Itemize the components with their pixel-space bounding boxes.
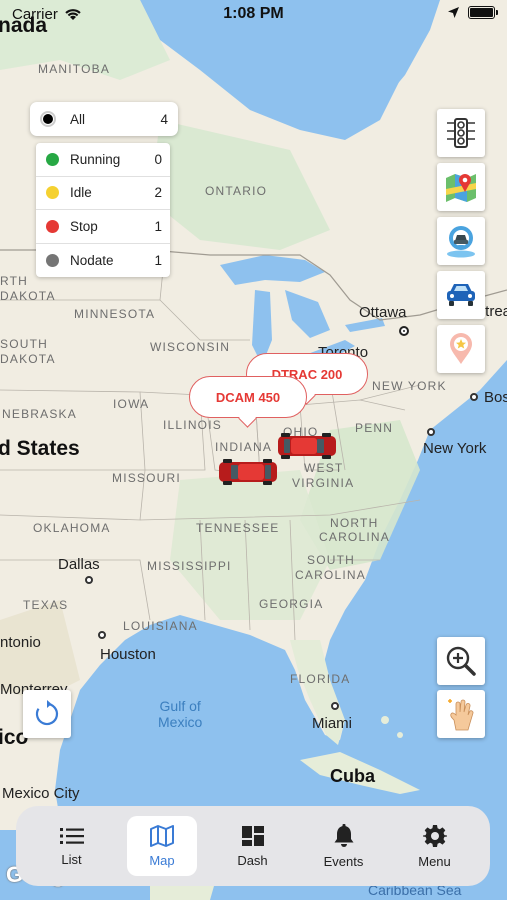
poi-button[interactable] (437, 325, 485, 373)
tab-label: Menu (418, 853, 451, 869)
bell-icon (334, 823, 353, 847)
location-star-pin-icon (450, 333, 472, 364)
status-dot-stop (46, 219, 59, 233)
tab-menu[interactable]: Menu (389, 816, 480, 876)
filter-count: 4 (160, 111, 168, 127)
label-boston: Bos (484, 389, 507, 406)
focus-vehicle-button[interactable] (437, 217, 485, 265)
label-miami: Miami (312, 715, 352, 732)
dashboard-icon (241, 825, 264, 846)
filter-nodate[interactable]: Nodate 1 (36, 244, 170, 278)
tab-label: List (61, 851, 82, 867)
label-west-virginia-1: WEST (304, 461, 344, 475)
refresh-icon (35, 700, 59, 726)
label-minnesota: MINNESOTA (74, 307, 156, 321)
tab-label: Dash (237, 852, 268, 868)
filter-all[interactable]: All 4 (30, 102, 178, 136)
label-indiana: INDIANA (215, 440, 273, 454)
tab-dash[interactable]: Dash (207, 816, 298, 876)
vehicle-label-dcam-450[interactable]: DCAM 450 (189, 376, 307, 418)
label-south-carolina-1: SOUTH (307, 553, 355, 567)
gear-icon (422, 824, 447, 847)
label-south-dakota-2: DAKOTA (0, 352, 56, 366)
label-south-dakota-1: SOUTH (0, 337, 48, 351)
label-illinois: ILLINOIS (163, 418, 222, 432)
filter-count: 1 (154, 218, 162, 234)
filter-label: All (70, 111, 86, 127)
status-bar: Carrier 1:08 PM (0, 0, 507, 30)
filter-label: Nodate (70, 252, 114, 268)
zoom-in-icon (446, 646, 476, 676)
label-san-antonio: ntonio (0, 634, 41, 651)
label-united-states: d States (0, 437, 80, 460)
refresh-button[interactable] (23, 690, 71, 738)
label-oklahoma: OKLAHOMA (33, 521, 111, 535)
label-ottawa: Ottawa (359, 304, 407, 321)
status-dot-nodate (46, 253, 59, 267)
location-arrow-icon (448, 7, 459, 18)
label-north-carolina-1: NORTH (330, 516, 379, 530)
clock: 1:08 PM (223, 5, 284, 22)
status-dot-idle (46, 186, 59, 200)
filter-label: Running (70, 151, 121, 167)
tab-bar: List Map Dash Events Menu (16, 806, 490, 886)
label-iowa: IOWA (113, 397, 150, 411)
traffic-light-icon (447, 118, 475, 148)
label-wisconsin: WISCONSIN (150, 340, 231, 354)
list-icon (59, 827, 84, 844)
label-houston: Houston (100, 646, 156, 663)
traffic-button[interactable] (437, 109, 485, 157)
filter-count: 0 (154, 151, 162, 167)
label-louisiana: LOUISIANA (123, 619, 198, 633)
filter-count: 2 (154, 185, 162, 201)
status-dot-all (40, 111, 56, 127)
label-georgia: GEORGIA (259, 597, 324, 611)
label-cuba: Cuba (330, 766, 375, 786)
tab-map[interactable]: Map (127, 816, 197, 876)
label-ontario: ONTARIO (205, 184, 268, 198)
label-penn: PENN (355, 421, 394, 435)
label-north-dakota-2: DAKOTA (0, 289, 56, 303)
label-gulf-of-mexico: Gulf of Mexico (158, 698, 203, 730)
vehicle-button[interactable] (437, 271, 485, 319)
tab-label: Map (149, 852, 175, 868)
map-type-icon (446, 174, 476, 202)
tab-label: Events (323, 853, 364, 869)
filter-idle[interactable]: Idle 2 (36, 177, 170, 210)
label-texas: TEXAS (23, 598, 69, 612)
vehicle-marker-dtrac-200[interactable] (277, 432, 337, 460)
zoom-in-button[interactable] (437, 637, 485, 685)
gesture-button[interactable] (437, 690, 485, 738)
label-manitoba: MANITOBA (38, 62, 111, 76)
filter-list: Running 0 Idle 2 Stop 1 Nodate 1 (36, 143, 170, 277)
label-mexico-city: Mexico City (2, 785, 80, 802)
filter-count: 1 (154, 252, 162, 268)
tab-list[interactable]: List (26, 816, 117, 876)
battery-icon (468, 6, 498, 19)
label-tennessee: TENNESSEE (196, 521, 280, 535)
vehicle-marker-dcam-450[interactable] (218, 458, 278, 486)
label-florida: FLORIDA (290, 672, 351, 686)
filter-label: Stop (70, 218, 98, 234)
label-north-dakota-1: RTH (0, 274, 29, 288)
map-type-button[interactable] (437, 163, 485, 211)
label-new-york-city: New York (423, 440, 487, 457)
label-north-carolina-2: CAROLINA (319, 530, 390, 544)
label-dallas: Dallas (58, 556, 100, 573)
status-dot-running (46, 152, 59, 166)
label-south-carolina-2: CAROLINA (295, 568, 366, 582)
label-west-virginia-2: VIRGINIA (292, 476, 355, 490)
tab-events[interactable]: Events (298, 816, 389, 876)
vehicle-car-icon (447, 284, 475, 306)
label-mississippi: MISSISSIPPI (147, 559, 232, 573)
map-icon (150, 824, 174, 847)
label-missouri: MISSOURI (112, 471, 181, 485)
filter-label: Idle (70, 185, 92, 201)
label-new-york-state: NEW YORK (372, 379, 447, 393)
hand-gesture-icon (448, 699, 474, 731)
filter-running[interactable]: Running 0 (36, 143, 170, 177)
focus-vehicle-icon (447, 226, 475, 258)
label-nebraska: NEBRASKA (2, 407, 77, 421)
filter-stop[interactable]: Stop 1 (36, 210, 170, 244)
